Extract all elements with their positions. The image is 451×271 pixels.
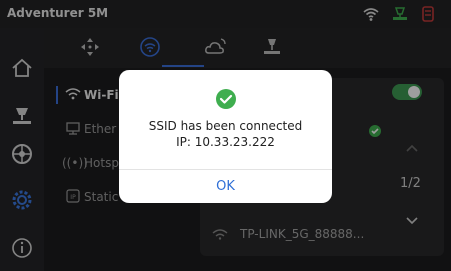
dialog-message-ssid: SSID has been connected [148, 119, 303, 133]
ok-button[interactable]: OK [119, 170, 332, 203]
dialog-message-ip: IP: 10.33.23.222 [176, 135, 275, 149]
dialog-message: SSID has been connected IP: 10.33.23.222 [119, 118, 332, 150]
connection-dialog: SSID has been connected IP: 10.33.23.222… [119, 70, 332, 203]
success-check-icon [216, 89, 236, 109]
